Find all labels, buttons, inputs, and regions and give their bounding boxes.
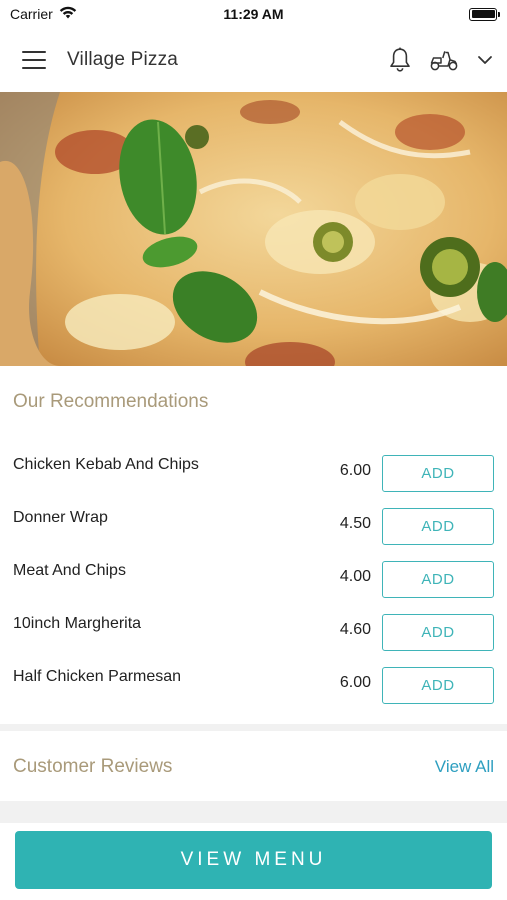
scooter-icon[interactable] xyxy=(429,48,459,72)
item-name: 10inch Margherita xyxy=(13,615,142,632)
page-title: Village Pizza xyxy=(67,49,179,70)
app-header: Village Pizza xyxy=(0,28,507,92)
list-item: Meat And Chips 4.00 ADD xyxy=(0,554,507,607)
item-price: 4.50 xyxy=(339,515,371,532)
status-bar: Carrier 11:29 AM xyxy=(0,0,507,28)
list-item: Chicken Kebab And Chips 6.00 ADD xyxy=(0,448,507,501)
view-menu-button[interactable]: VIEW MENU xyxy=(15,831,492,889)
menu-icon[interactable] xyxy=(22,51,46,69)
section-divider xyxy=(0,724,507,731)
item-price: 6.00 xyxy=(339,674,371,691)
item-name: Half Chicken Parmesan xyxy=(13,668,182,685)
recommendations-title: Our Recommendations xyxy=(13,391,209,412)
section-divider xyxy=(0,801,507,823)
list-item: 10inch Margherita 4.60 ADD xyxy=(0,607,507,660)
hero-pizza-image xyxy=(0,92,507,366)
item-price: 6.00 xyxy=(339,462,371,479)
reviews-title: Customer Reviews xyxy=(13,756,173,777)
item-name: Chicken Kebab And Chips xyxy=(13,456,199,473)
recommendations-section: Our Recommendations Chicken Kebab And Ch… xyxy=(0,366,507,724)
item-name: Donner Wrap xyxy=(13,509,108,526)
status-left: Carrier xyxy=(10,6,77,22)
wifi-icon xyxy=(59,6,77,22)
item-name: Meat And Chips xyxy=(13,562,126,579)
chevron-down-icon[interactable] xyxy=(477,55,493,65)
list-item: Donner Wrap 4.50 ADD xyxy=(0,501,507,554)
carrier-label: Carrier xyxy=(10,6,53,22)
reviews-section: Customer Reviews View All xyxy=(0,731,507,801)
cta-bar: VIEW MENU xyxy=(0,823,507,900)
add-button[interactable]: ADD xyxy=(382,455,494,492)
bell-icon[interactable] xyxy=(389,47,411,73)
item-price: 4.00 xyxy=(339,568,371,585)
view-all-link[interactable]: View All xyxy=(435,757,494,777)
recommendations-list: Chicken Kebab And Chips 6.00 ADD Donner … xyxy=(0,448,507,713)
add-button[interactable]: ADD xyxy=(382,614,494,651)
add-button[interactable]: ADD xyxy=(382,561,494,598)
add-button[interactable]: ADD xyxy=(382,667,494,704)
battery-icon xyxy=(469,7,500,21)
header-actions xyxy=(389,47,493,73)
list-item: Half Chicken Parmesan 6.00 ADD xyxy=(0,660,507,713)
add-button[interactable]: ADD xyxy=(382,508,494,545)
item-price: 4.60 xyxy=(339,621,371,638)
